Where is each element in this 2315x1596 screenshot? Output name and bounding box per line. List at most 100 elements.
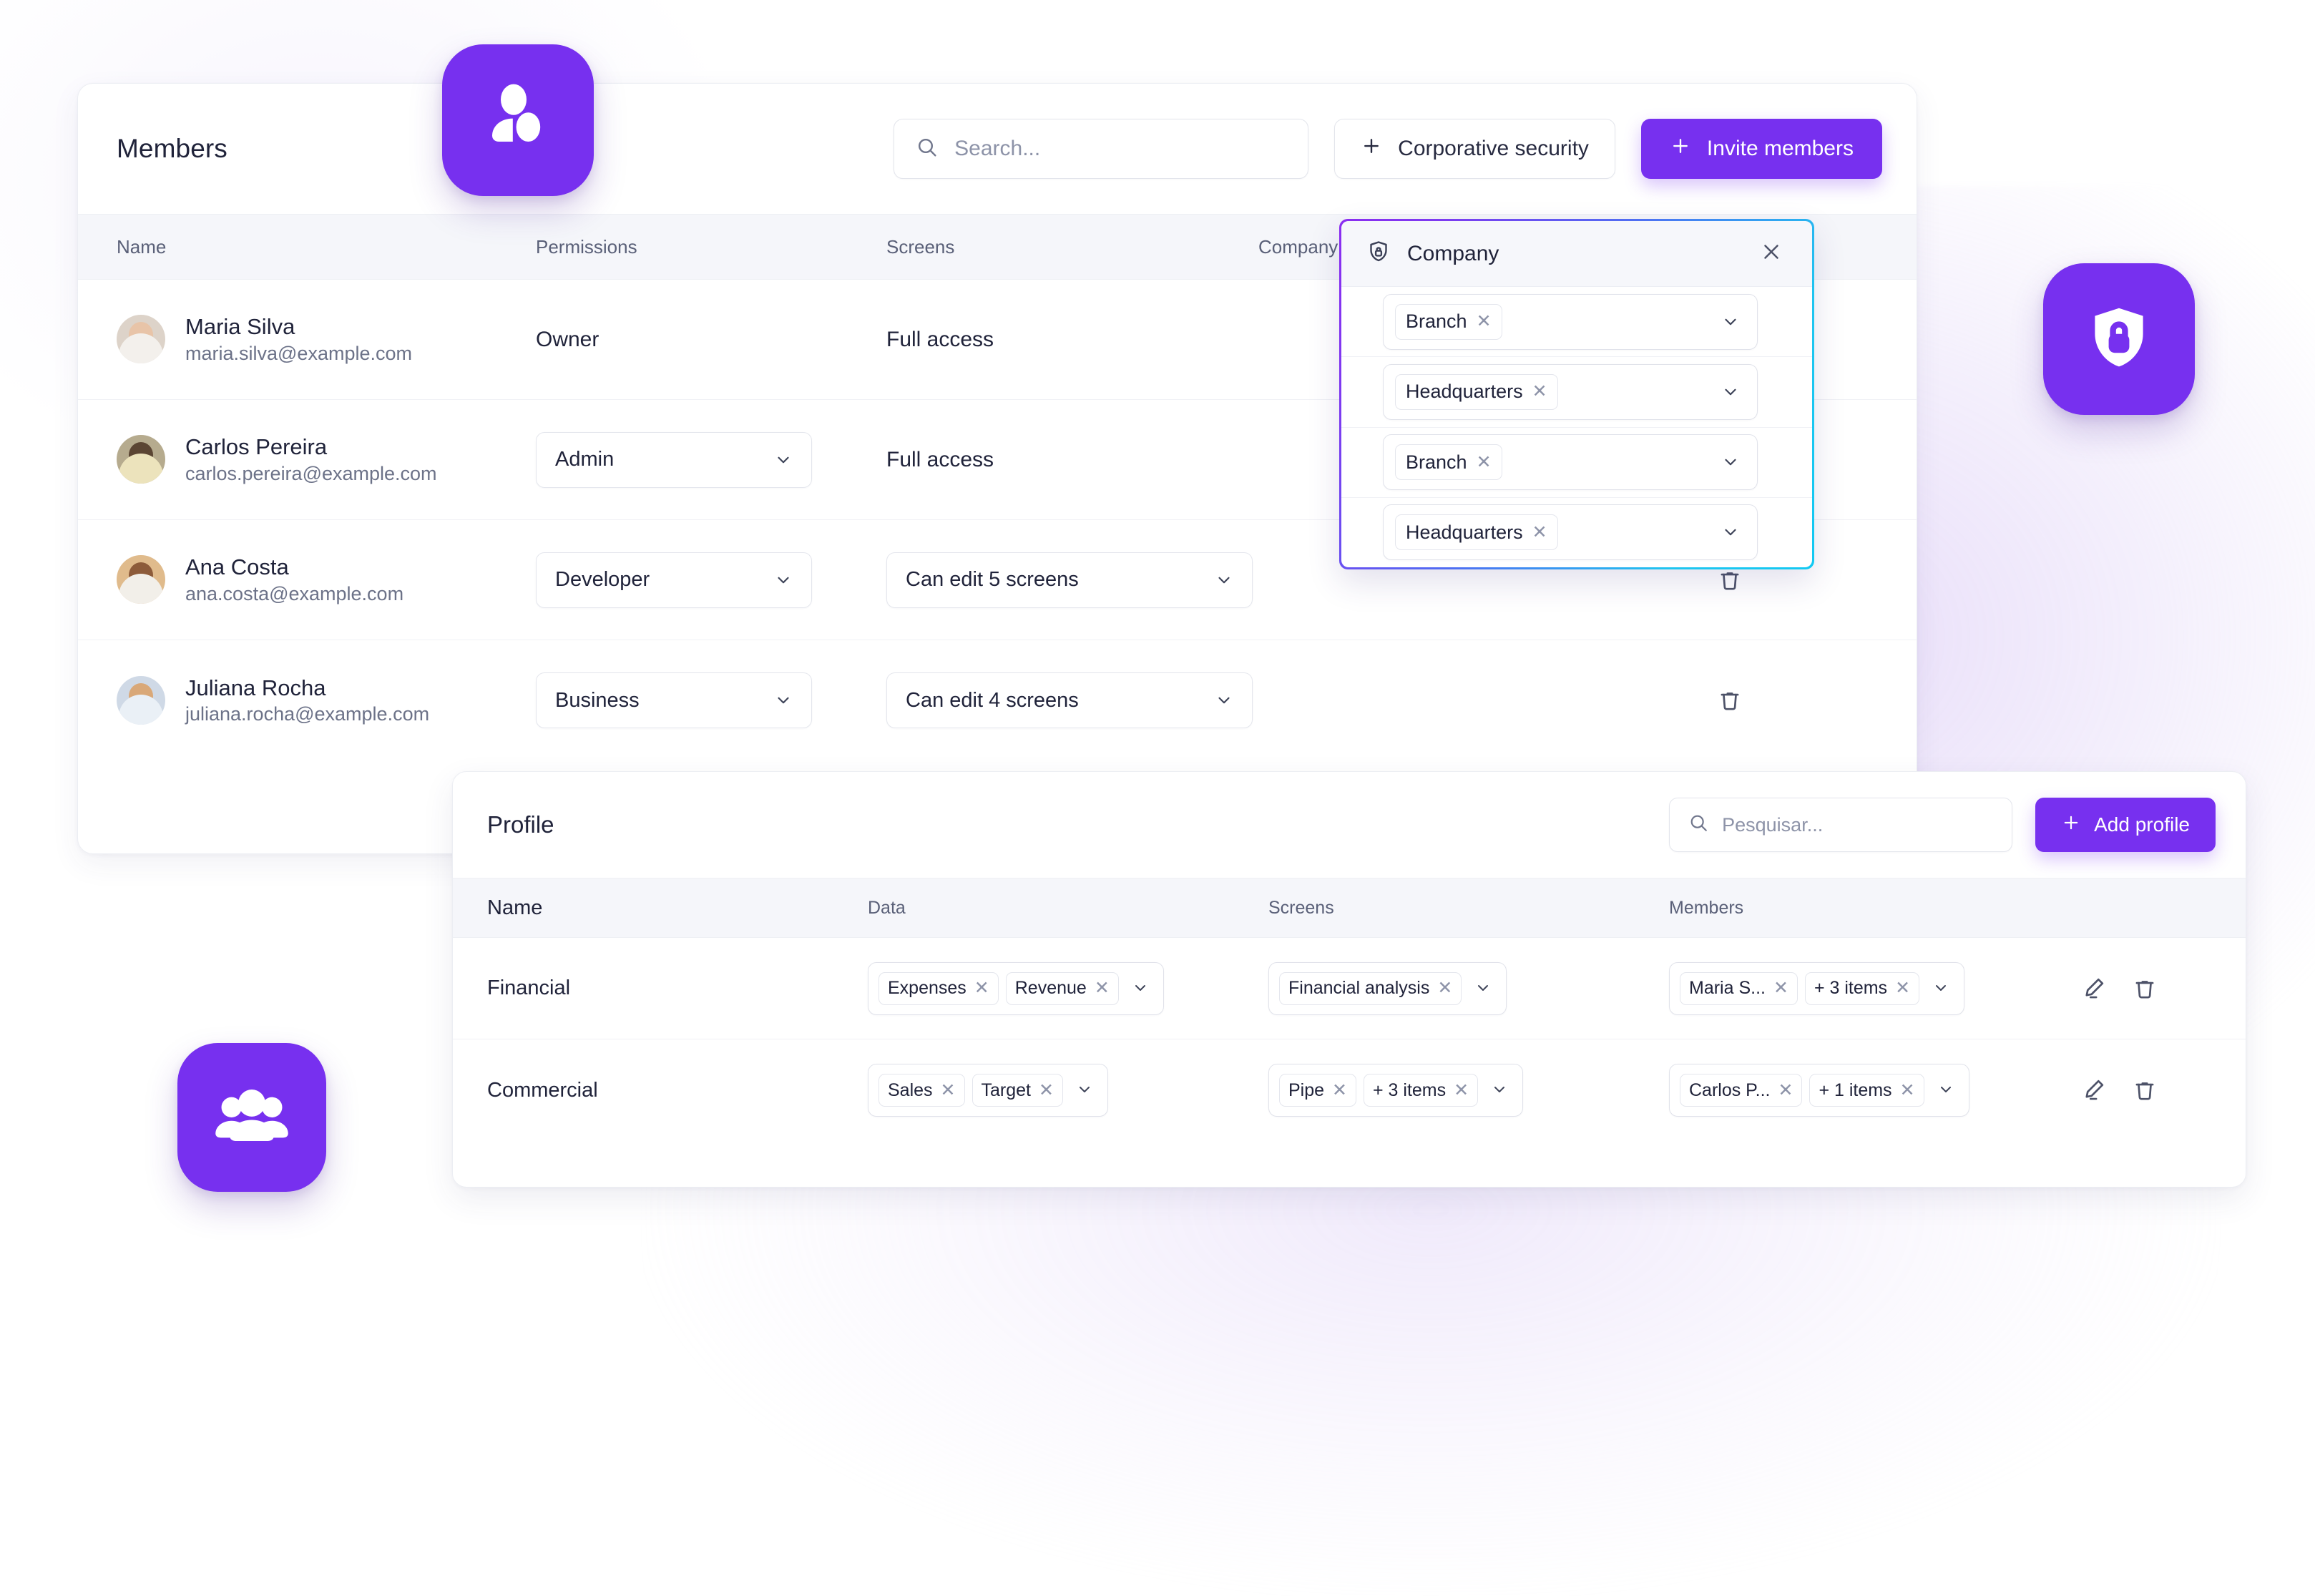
- permission-select[interactable]: Business: [536, 672, 812, 728]
- company-select[interactable]: Headquarters ✕: [1383, 504, 1758, 561]
- tag-remove-icon[interactable]: ✕: [974, 979, 989, 997]
- screens-select[interactable]: Can edit 4 screens: [886, 672, 1253, 728]
- shield-lock-icon: [2043, 263, 2195, 415]
- table-row: Financial Expenses ✕ Revenue ✕ Financial: [453, 938, 2246, 1039]
- screens-select[interactable]: Can edit 5 screens: [886, 552, 1253, 608]
- tag-chip[interactable]: Pipe ✕: [1279, 1074, 1356, 1107]
- people-group-icon: [177, 1043, 326, 1192]
- search-input[interactable]: Search...: [894, 119, 1309, 179]
- tag-chip[interactable]: + 1 items ✕: [1809, 1074, 1924, 1107]
- avatar: [117, 435, 165, 484]
- tag-label: Sales: [888, 1079, 933, 1100]
- tag-remove-icon[interactable]: ✕: [1900, 1081, 1915, 1100]
- tag-chip[interactable]: Financial analysis ✕: [1279, 971, 1462, 1005]
- profile-table-header: Name Data Screens Members: [453, 878, 2246, 938]
- column-header-members: Members: [1669, 897, 1744, 918]
- tag-remove-icon[interactable]: ✕: [1039, 1081, 1054, 1100]
- member-identity: Juliana Rocha juliana.rocha@example.com: [78, 674, 536, 728]
- member-name: Juliana Rocha: [185, 675, 326, 700]
- tag-chip[interactable]: Branch ✕: [1395, 303, 1502, 340]
- people-pair-icon: [442, 44, 594, 196]
- screens-value: Full access: [886, 327, 994, 351]
- chevron-down-icon: [774, 451, 793, 469]
- row-actions: [2070, 1077, 2246, 1104]
- tag-remove-icon[interactable]: ✕: [1895, 979, 1910, 997]
- tag-label: Branch: [1406, 310, 1467, 333]
- profile-name: Financial: [487, 976, 571, 999]
- tag-chip[interactable]: Sales ✕: [878, 1074, 965, 1107]
- company-row: Headquarters ✕: [1341, 498, 1812, 567]
- permission-select[interactable]: Developer: [536, 552, 812, 608]
- tag-remove-icon[interactable]: ✕: [1095, 979, 1110, 997]
- tag-remove-icon[interactable]: ✕: [1778, 1081, 1793, 1100]
- plus-icon: [1361, 135, 1382, 162]
- members-select[interactable]: Carlos P... ✕ + 1 items ✕: [1669, 1064, 1969, 1117]
- tag-chip[interactable]: Headquarters ✕: [1395, 373, 1558, 410]
- tag-remove-icon[interactable]: ✕: [1477, 453, 1492, 471]
- screens-select[interactable]: Financial analysis ✕: [1268, 961, 1507, 1015]
- invite-members-label: Invite members: [1706, 137, 1854, 160]
- tag-remove-icon[interactable]: ✕: [1773, 979, 1788, 997]
- tag-label: Financial analysis: [1288, 978, 1430, 998]
- tag-chip[interactable]: Headquarters ✕: [1395, 514, 1558, 551]
- member-name: Maria Silva: [185, 314, 295, 340]
- edit-profile-button[interactable]: [2080, 1077, 2107, 1104]
- data-select[interactable]: Expenses ✕ Revenue ✕: [868, 961, 1164, 1015]
- shield-lock-icon: [1366, 239, 1391, 268]
- column-header-screens: Screens: [1268, 897, 1334, 918]
- corporative-security-button[interactable]: Corporative security: [1334, 119, 1615, 179]
- data-select[interactable]: Sales ✕ Target ✕: [868, 1064, 1108, 1117]
- column-header-permissions: Permissions: [536, 235, 637, 258]
- avatar: [117, 555, 165, 604]
- delete-profile-button[interactable]: [2131, 975, 2158, 1002]
- company-popup-title: Company: [1407, 241, 1499, 265]
- tag-label: Target: [981, 1079, 1031, 1100]
- permission-value: Owner: [536, 327, 599, 351]
- search-icon: [1688, 813, 1709, 837]
- company-select[interactable]: Branch ✕: [1383, 293, 1758, 350]
- tag-chip[interactable]: + 3 items ✕: [1364, 1074, 1479, 1107]
- tag-chip[interactable]: + 3 items ✕: [1804, 971, 1920, 1005]
- tag-label: Revenue: [1014, 978, 1087, 998]
- company-select[interactable]: Branch ✕: [1383, 434, 1758, 491]
- tag-remove-icon[interactable]: ✕: [1532, 383, 1547, 401]
- close-icon[interactable]: [1759, 240, 1783, 268]
- add-profile-label: Add profile: [2094, 813, 2190, 836]
- tag-remove-icon[interactable]: ✕: [1532, 523, 1547, 542]
- plus-icon: [2061, 813, 2081, 838]
- tag-remove-icon[interactable]: ✕: [1332, 1081, 1347, 1100]
- profile-header-tools: Pesquisar... Add profile: [1669, 798, 2216, 852]
- chevron-down-icon: [1932, 979, 1951, 998]
- member-name: Ana Costa: [185, 554, 289, 580]
- avatar: [117, 675, 165, 725]
- member-name: Carlos Pereira: [185, 434, 328, 460]
- profile-search-input[interactable]: Pesquisar...: [1669, 798, 2013, 852]
- invite-members-button[interactable]: Invite members: [1640, 119, 1882, 179]
- tag-label: Headquarters: [1406, 381, 1523, 403]
- members-select[interactable]: Maria S... ✕ + 3 items ✕: [1669, 961, 1965, 1015]
- column-header-name: Name: [487, 896, 543, 919]
- tag-chip[interactable]: Target ✕: [971, 1074, 1063, 1107]
- screens-select[interactable]: Pipe ✕ + 3 items ✕: [1268, 1064, 1524, 1117]
- tag-chip[interactable]: Maria S... ✕: [1680, 971, 1798, 1005]
- tag-chip[interactable]: Branch ✕: [1395, 444, 1502, 481]
- edit-profile-button[interactable]: [2080, 975, 2107, 1002]
- delete-member-button[interactable]: [1716, 567, 1743, 594]
- tag-chip[interactable]: Carlos P... ✕: [1680, 1074, 1803, 1107]
- tag-remove-icon[interactable]: ✕: [941, 1081, 956, 1100]
- chevron-down-icon: [1215, 691, 1233, 710]
- tag-chip[interactable]: Expenses ✕: [878, 971, 999, 1005]
- screens-value: Full access: [886, 447, 994, 471]
- profile-panel: Profile Pesquisar... Add profile Name Da…: [452, 771, 2246, 1188]
- table-row: Juliana Rocha juliana.rocha@example.com …: [78, 640, 1917, 760]
- tag-remove-icon[interactable]: ✕: [1437, 979, 1452, 997]
- tag-chip[interactable]: Revenue ✕: [1005, 971, 1119, 1005]
- delete-member-button[interactable]: [1716, 687, 1743, 714]
- profile-panel-header: Profile Pesquisar... Add profile: [453, 772, 2246, 878]
- tag-remove-icon[interactable]: ✕: [1454, 1081, 1469, 1100]
- add-profile-button[interactable]: Add profile: [2035, 798, 2216, 852]
- tag-remove-icon[interactable]: ✕: [1477, 313, 1492, 331]
- permission-select[interactable]: Admin: [536, 431, 812, 488]
- company-select[interactable]: Headquarters ✕: [1383, 363, 1758, 420]
- delete-profile-button[interactable]: [2131, 1077, 2158, 1104]
